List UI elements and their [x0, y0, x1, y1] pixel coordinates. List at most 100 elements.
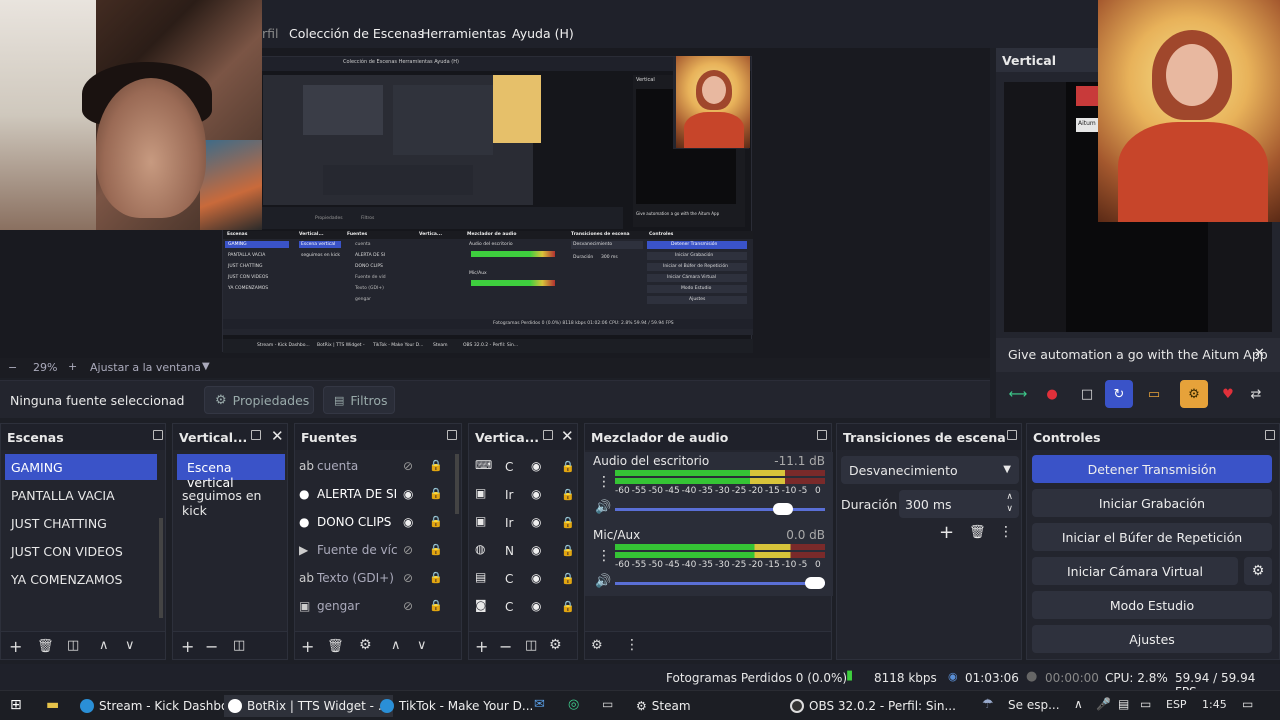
vertical-source-item[interactable]: ▣ Ir ◉ 🔒 — [475, 514, 579, 534]
transition-select[interactable]: Desvanecimiento ▼ — [841, 456, 1019, 484]
eye-icon[interactable]: ◉ — [531, 487, 545, 501]
undock-icon[interactable] — [817, 430, 827, 440]
lock-icon[interactable]: 🔒 — [429, 459, 443, 472]
source-item[interactable]: ● DONO CLIPS ◉ 🔒 — [295, 508, 453, 536]
network-icon[interactable]: ▤ — [1118, 697, 1129, 711]
chevron-up-icon[interactable]: ∧ — [1006, 492, 1013, 502]
vertical-scene-item[interactable]: seguimos en kick — [177, 482, 285, 518]
lock-icon[interactable]: 🔒 — [561, 460, 575, 473]
duration-input[interactable]: 300 ms ∧ ∨ — [899, 490, 1019, 518]
eye-slash-icon[interactable]: ⊘ — [403, 543, 417, 557]
replay-buffer-button[interactable]: Iniciar el Búfer de Repetición — [1032, 523, 1272, 551]
move-down-icon[interactable]: ∨ — [125, 638, 135, 653]
add-icon[interactable]: + — [9, 637, 22, 656]
vertical-source-item[interactable]: ▣ Ir ◉ 🔒 — [475, 486, 579, 506]
lock-icon[interactable]: 🔒 — [561, 544, 575, 557]
fit-window-label[interactable]: Ajustar a la ventana — [90, 361, 201, 374]
menu-partial[interactable]: rfil — [262, 26, 279, 41]
virtual-camera-button[interactable]: Iniciar Cámara Virtual — [1032, 557, 1238, 585]
more-icon[interactable]: ⋮ — [625, 637, 639, 653]
close-icon[interactable]: ✕ — [1254, 346, 1265, 361]
mic-icon[interactable]: 🎤 — [1096, 697, 1111, 711]
scene-item[interactable]: GAMING — [5, 454, 157, 480]
taskbar-item[interactable]: BotRix | TTS Widget - ... — [224, 695, 394, 717]
eye-slash-icon[interactable]: ⊘ — [403, 459, 417, 473]
eye-slash-icon[interactable]: ⊘ — [403, 571, 417, 585]
lock-icon[interactable]: 🔒 — [561, 572, 575, 585]
settings-button[interactable]: Ajustes — [1032, 625, 1272, 653]
share-icon[interactable]: ⇄ — [1242, 380, 1270, 408]
lock-icon[interactable]: 🔒 — [561, 600, 575, 613]
chevron-up-icon[interactable]: ∧ — [1074, 697, 1083, 711]
eye-icon[interactable]: ◉ — [531, 599, 545, 613]
chatgpt-icon[interactable]: ◎ — [568, 697, 579, 712]
vertical-source-item[interactable]: ⌨ C ◉ 🔒 — [475, 458, 579, 478]
add-icon[interactable]: + — [181, 637, 194, 656]
monitor-icon[interactable]: ▭ — [1140, 697, 1151, 711]
taskbar-item[interactable]: OBS 32.0.2 - Perfil: Sin... — [786, 695, 960, 717]
filter-icon[interactable]: ◫ — [67, 638, 79, 653]
vertical-source-item[interactable]: ▤ C ◉ 🔒 — [475, 570, 579, 590]
scene-item[interactable]: PANTALLA VACIA — [5, 482, 157, 508]
studio-mode-button[interactable]: Modo Estudio — [1032, 591, 1272, 619]
filter-icon[interactable]: ◫ — [233, 638, 245, 653]
vertical-scene-item[interactable]: Escena vertical — [177, 454, 285, 490]
properties-button[interactable]: ⚙ Propiedades — [204, 386, 314, 414]
refresh-icon[interactable]: ↻ — [1105, 380, 1133, 408]
taskbar-item[interactable]: TikTok - Make Your D... — [376, 695, 537, 717]
undock-icon[interactable] — [447, 430, 457, 440]
undock-icon[interactable] — [251, 430, 261, 440]
eye-icon[interactable]: ◉ — [403, 515, 417, 529]
folder-icon[interactable]: ▬ — [46, 697, 59, 713]
close-icon[interactable]: ✕ — [561, 427, 574, 445]
source-item[interactable]: ab Texto (GDI+) ⊘ 🔒 — [295, 564, 453, 592]
add-icon[interactable]: + — [475, 637, 488, 656]
zoom-out-button[interactable]: − — [8, 361, 17, 374]
volume-handle[interactable] — [805, 577, 825, 589]
lock-icon[interactable]: 🔒 — [429, 543, 443, 556]
lock-icon[interactable]: 🔒 — [429, 515, 443, 528]
screen-icon[interactable]: ▭ — [1140, 380, 1168, 408]
undock-icon[interactable] — [1265, 430, 1275, 440]
more-icon[interactable]: ⋮ — [999, 524, 1013, 540]
source-item[interactable]: ab cuenta ⊘ 🔒 — [295, 452, 453, 480]
gear-icon[interactable]: ⚙ — [1244, 557, 1272, 585]
connect-icon[interactable]: ⟷ — [1004, 380, 1032, 408]
move-up-icon[interactable]: ∧ — [391, 638, 401, 653]
undock-icon[interactable] — [153, 430, 163, 440]
trash-icon[interactable]: 🗑 — [37, 639, 54, 654]
language-indicator[interactable]: ESP — [1166, 698, 1187, 711]
menu-help[interactable]: Ayuda (H) — [512, 26, 574, 41]
trash-icon[interactable]: 🗑 — [969, 525, 986, 540]
scrollbar[interactable] — [159, 518, 163, 618]
menu-scene-collection[interactable]: Colección de Escenas — [289, 26, 424, 41]
scrollbar[interactable] — [455, 454, 459, 514]
lock-icon[interactable]: 🔒 — [429, 571, 443, 584]
stop-icon[interactable]: □ — [1073, 380, 1101, 408]
volume-slider[interactable] — [615, 508, 825, 511]
zoom-in-button[interactable]: + — [68, 360, 77, 373]
close-icon[interactable]: ✕ — [271, 427, 284, 445]
fit-dropdown-icon[interactable]: ▼ — [202, 361, 210, 372]
source-item[interactable]: ▶ Fuente de víc ⊘ 🔒 — [295, 536, 453, 564]
stop-stream-button[interactable]: Detener Transmisión — [1032, 455, 1272, 483]
windows-icon[interactable]: ⊞ — [10, 697, 22, 713]
taskbar-item[interactable]: Stream - Kick Dashbo... — [76, 695, 244, 717]
remove-icon[interactable]: − — [499, 637, 512, 656]
undock-icon[interactable] — [1007, 430, 1017, 440]
add-icon[interactable]: + — [301, 637, 314, 656]
mail-icon[interactable]: ✉ — [534, 697, 545, 712]
more-icon[interactable]: ⋮ — [597, 474, 611, 490]
filters-button[interactable]: ▤ Filtros — [323, 386, 395, 414]
eye-icon[interactable]: ◉ — [531, 543, 545, 557]
add-icon[interactable]: + — [939, 522, 954, 543]
settings-icon[interactable]: ⚙ — [1180, 380, 1208, 408]
eye-icon[interactable]: ◉ — [531, 515, 545, 529]
scene-item[interactable]: JUST CON VIDEOS — [5, 538, 157, 564]
eye-icon[interactable]: ◉ — [531, 459, 545, 473]
gear-icon[interactable]: ⚙ — [359, 637, 372, 653]
start-recording-button[interactable]: Iniciar Grabación — [1032, 489, 1272, 517]
volume-slider[interactable] — [615, 582, 825, 585]
gear-icon[interactable]: ⚙ — [549, 637, 562, 653]
move-up-icon[interactable]: ∧ — [99, 638, 109, 653]
